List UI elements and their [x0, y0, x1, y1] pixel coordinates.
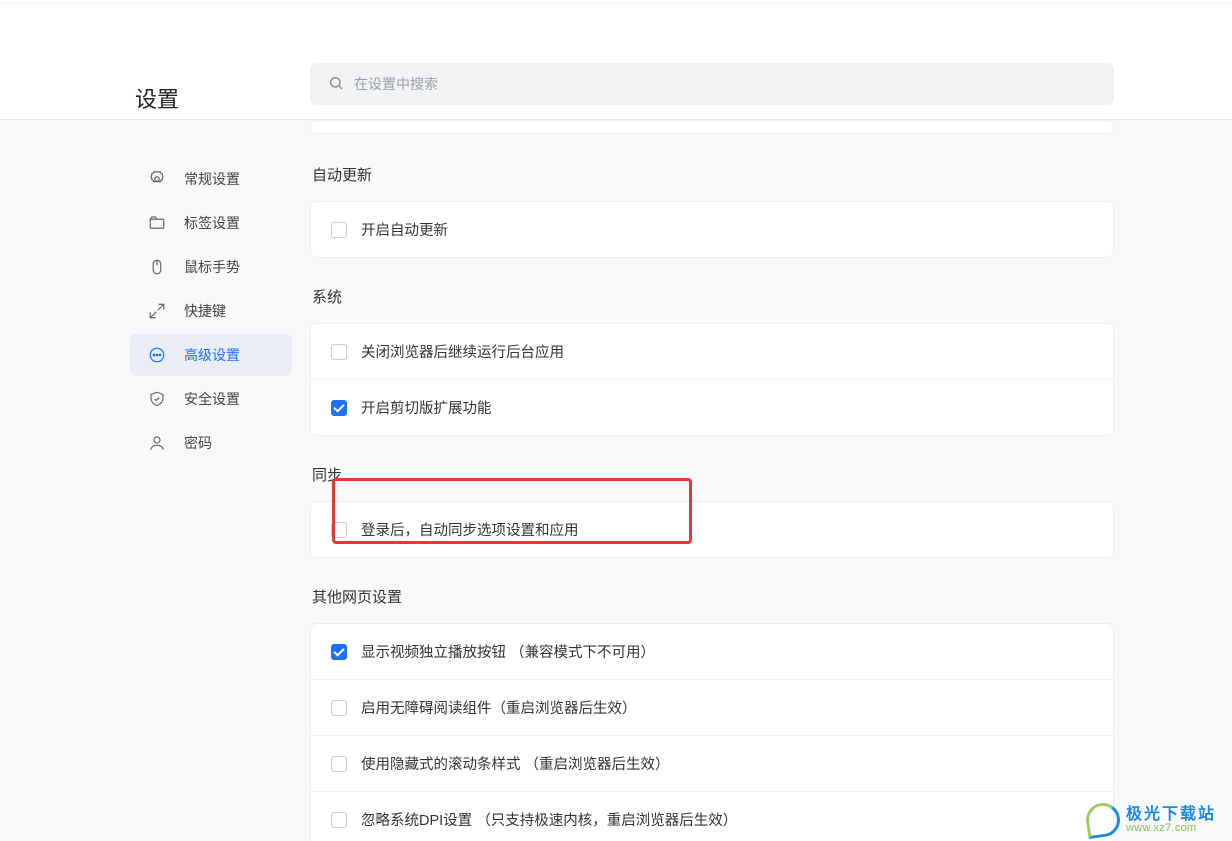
- checkbox[interactable]: [331, 812, 347, 828]
- option-label: 开启剪切版扩展功能: [361, 397, 492, 418]
- option-row[interactable]: 关闭浏览器后继续运行后台应用: [311, 324, 1113, 380]
- main-content: 自动更新 开启自动更新 系统 关闭浏览器后继续运行后台应用 开启剪切版扩展功能 …: [310, 120, 1232, 841]
- option-label: 使用隐藏式的滚动条样式 （重启浏览器后生效）: [361, 753, 670, 774]
- option-row[interactable]: 忽略系统DPI设置 （只支持极速内核，重启浏览器后生效）: [311, 792, 1113, 841]
- checkbox[interactable]: [331, 700, 347, 716]
- sidebar-item-label: 标签设置: [184, 213, 240, 233]
- person-icon: [148, 434, 166, 452]
- section-title-other: 其他网页设置: [310, 586, 1114, 607]
- card-system: 关闭浏览器后继续运行后台应用 开启剪切版扩展功能: [310, 323, 1114, 436]
- sidebar-item-security[interactable]: 安全设置: [130, 378, 292, 420]
- sidebar-item-tabs[interactable]: 标签设置: [130, 202, 292, 244]
- sidebar-item-shortcut[interactable]: 快捷键: [130, 290, 292, 332]
- page-title: 设置: [0, 4, 310, 114]
- option-label: 开启自动更新: [361, 219, 448, 240]
- option-row[interactable]: 显示视频独立播放按钮 （兼容模式下不可用）: [311, 624, 1113, 680]
- card-autoupdate: 开启自动更新: [310, 201, 1114, 258]
- sidebar: 常规设置 标签设置 鼠标手势 快捷键 高级设置: [0, 120, 310, 841]
- section-title-system: 系统: [310, 286, 1114, 307]
- checkbox-checked[interactable]: [331, 400, 347, 416]
- option-row[interactable]: 启用无障碍阅读组件（重启浏览器后生效）: [311, 680, 1113, 736]
- sidebar-item-label: 密码: [184, 433, 212, 453]
- checkbox-checked[interactable]: [331, 644, 347, 660]
- sidebar-item-advanced[interactable]: 高级设置: [130, 334, 292, 376]
- option-row[interactable]: 使用隐藏式的滚动条样式 （重启浏览器后生效）: [311, 736, 1113, 792]
- watermark-cn: 极光下载站: [1126, 807, 1216, 823]
- sidebar-item-gesture[interactable]: 鼠标手势: [130, 246, 292, 288]
- watermark: 极光下载站 www.xz7.com: [1086, 803, 1216, 837]
- sidebar-item-general[interactable]: 常规设置: [130, 158, 292, 200]
- option-label: 显示视频独立播放按钮 （兼容模式下不可用）: [361, 641, 655, 662]
- option-label: 忽略系统DPI设置 （只支持极速内核，重启浏览器后生效）: [361, 809, 737, 830]
- sidebar-item-password[interactable]: 密码: [130, 422, 292, 464]
- option-row[interactable]: 开启自动更新: [311, 202, 1113, 257]
- search-input[interactable]: [354, 76, 1096, 92]
- option-label: 登录后，自动同步选项设置和应用: [361, 519, 579, 540]
- option-label: 启用无障碍阅读组件（重启浏览器后生效）: [361, 697, 637, 718]
- shield-icon: [148, 390, 166, 408]
- sidebar-item-label: 快捷键: [184, 301, 226, 321]
- option-row[interactable]: 登录后，自动同步选项设置和应用: [311, 502, 1113, 557]
- sidebar-item-label: 安全设置: [184, 389, 240, 409]
- more-icon: [148, 346, 166, 364]
- header: 设置: [0, 4, 1232, 120]
- sidebar-item-label: 常规设置: [184, 169, 240, 189]
- card-partial: [310, 120, 1114, 134]
- checkbox[interactable]: [331, 756, 347, 772]
- tab-icon: [148, 214, 166, 232]
- section-title-sync: 同步: [310, 464, 1114, 485]
- checkbox[interactable]: [331, 522, 347, 538]
- mouse-icon: [148, 258, 166, 276]
- sidebar-item-label: 高级设置: [184, 345, 240, 365]
- card-other: 显示视频独立播放按钮 （兼容模式下不可用） 启用无障碍阅读组件（重启浏览器后生效…: [310, 623, 1114, 841]
- option-row[interactable]: 开启剪切版扩展功能: [311, 380, 1113, 435]
- card-sync: 登录后，自动同步选项设置和应用: [310, 501, 1114, 558]
- search-icon: [328, 75, 344, 94]
- section-title-autoupdate: 自动更新: [310, 164, 1114, 185]
- option-label: 关闭浏览器后继续运行后台应用: [361, 341, 564, 362]
- watermark-logo-icon: [1084, 801, 1122, 839]
- sidebar-item-label: 鼠标手势: [184, 257, 240, 277]
- search-box[interactable]: [310, 63, 1114, 105]
- watermark-en: www.xz7.com: [1126, 823, 1216, 834]
- expand-icon: [148, 302, 166, 320]
- checkbox[interactable]: [331, 222, 347, 238]
- checkbox[interactable]: [331, 344, 347, 360]
- gear-icon: [148, 170, 166, 188]
